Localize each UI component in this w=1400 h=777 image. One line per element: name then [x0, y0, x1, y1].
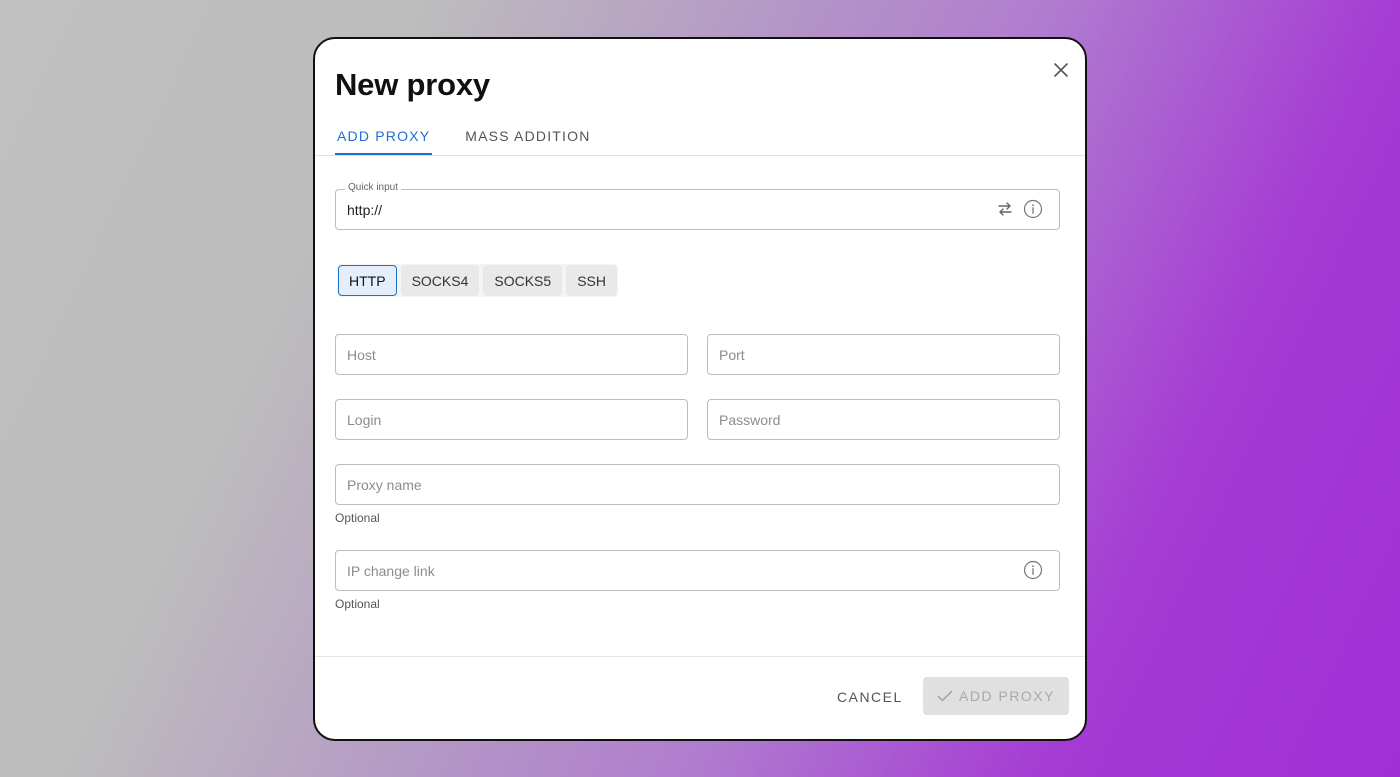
ip-change-link-input[interactable]: [347, 551, 989, 590]
tab-divider: [315, 155, 1085, 156]
port-input[interactable]: [719, 335, 989, 374]
quick-input-info-button[interactable]: [1023, 199, 1043, 219]
host-input[interactable]: [347, 335, 617, 374]
dialog-title: New proxy: [335, 67, 490, 102]
swap-button[interactable]: [995, 199, 1015, 219]
proxy-type-selector: HTTP SOCKS4 SOCKS5 SSH: [337, 264, 618, 297]
tab-mass-addition[interactable]: MASS ADDITION: [463, 125, 592, 155]
login-input[interactable]: [347, 400, 617, 439]
tab-bar: ADD PROXY MASS ADDITION: [335, 125, 624, 155]
quick-input-field: Quick input: [335, 182, 1060, 230]
quick-input[interactable]: [347, 190, 989, 229]
close-icon: [1054, 63, 1068, 77]
add-proxy-button[interactable]: ADD PROXY: [923, 677, 1069, 715]
login-field: [335, 399, 688, 440]
close-button[interactable]: [1049, 58, 1073, 82]
cancel-button[interactable]: CANCEL: [827, 679, 913, 715]
ip-change-link-field: [335, 550, 1060, 591]
footer-divider: [315, 656, 1085, 657]
password-input[interactable]: [719, 400, 989, 439]
new-proxy-dialog: New proxy ADD PROXY MASS ADDITION Quick …: [313, 37, 1087, 741]
info-icon: [1023, 560, 1043, 580]
check-icon: [937, 690, 953, 702]
proxy-name-field: [335, 464, 1060, 505]
port-field: [707, 334, 1060, 375]
info-icon: [1023, 199, 1043, 219]
password-field: [707, 399, 1060, 440]
proxy-name-helper: Optional: [335, 511, 380, 525]
ip-change-link-helper: Optional: [335, 597, 380, 611]
add-proxy-label: ADD PROXY: [959, 688, 1055, 704]
ip-change-link-info-button[interactable]: [1023, 560, 1043, 580]
type-ssh-button[interactable]: SSH: [566, 265, 617, 296]
type-socks5-button[interactable]: SOCKS5: [483, 265, 563, 296]
proxy-name-input[interactable]: [347, 465, 989, 504]
swap-arrows-icon: [998, 202, 1012, 216]
host-field: [335, 334, 688, 375]
tab-add-proxy[interactable]: ADD PROXY: [335, 125, 433, 155]
type-http-button[interactable]: HTTP: [338, 265, 397, 296]
type-socks4-button[interactable]: SOCKS4: [400, 265, 480, 296]
